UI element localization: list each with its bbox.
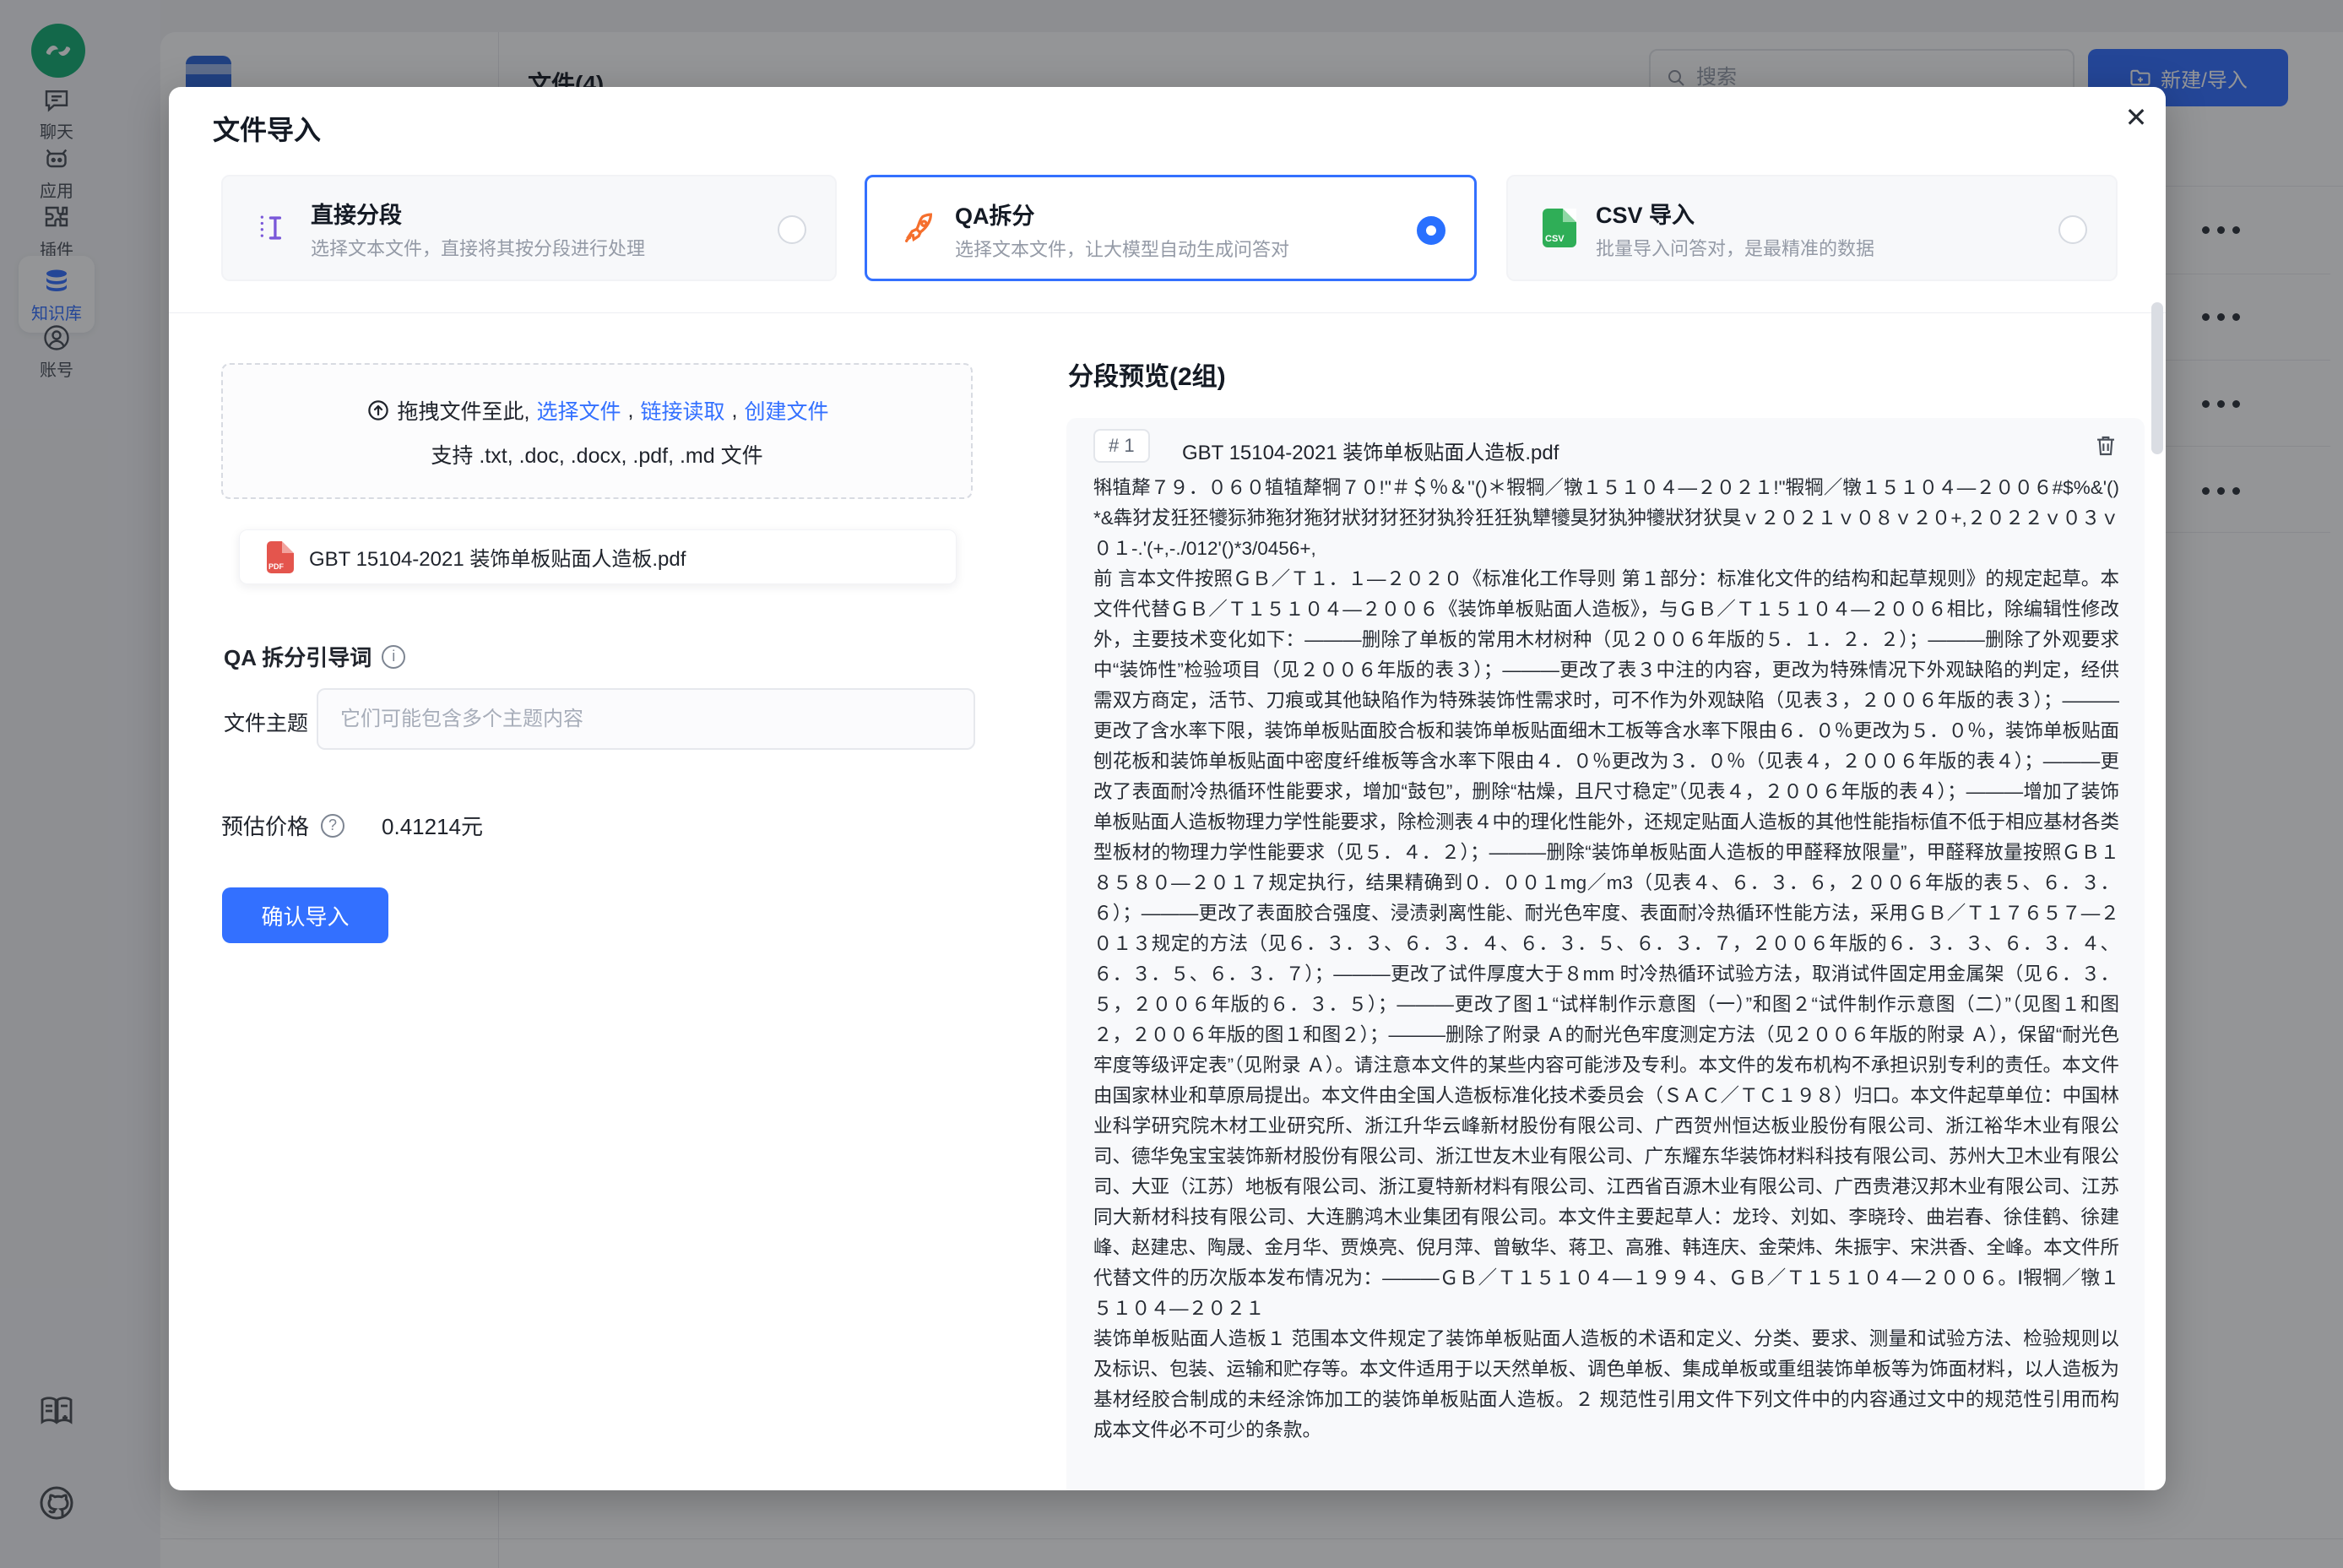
csv-file-icon: CSV [1540, 209, 1579, 247]
file-import-modal: 文件导入 ✕ 直接分段 选择文本文件，直接将其按分段进行处理 QA拆分 选择文本… [169, 87, 2166, 1490]
option-qa-split[interactable]: QA拆分 选择文本文件，让大模型自动生成问答对 [865, 175, 1477, 281]
chunk-paragraph: 装饰单板贴面人造板１ 范围本文件规定了装饰单板贴面人造板的术语和定义、分类、要求… [1093, 1324, 2119, 1446]
qa-prompt-label: QA 拆分引导词 [224, 641, 372, 672]
close-icon[interactable]: ✕ [2118, 99, 2155, 136]
topic-label: 文件主题 [224, 707, 308, 737]
upload-icon [366, 398, 391, 423]
price-section: 预估价格 ? 0.41214元 [221, 810, 483, 841]
option-radio[interactable] [778, 215, 806, 244]
modal-divider [169, 312, 2166, 313]
chunk-index-chip: # 1 [1093, 429, 1150, 463]
option-desc: 批量导入问答对，是最精准的数据 [1596, 234, 1874, 261]
price-label: 预估价格 [221, 810, 309, 841]
pdf-file-icon: PDF [267, 541, 294, 573]
option-title: QA拆分 [955, 198, 1035, 231]
option-title: CSV 导入 [1596, 197, 1695, 230]
link-separator: , [731, 399, 737, 423]
option-desc: 选择文本文件，让大模型自动生成问答对 [955, 235, 1289, 262]
qa-prompt-section: QA 拆分引导词 i [224, 641, 405, 672]
trash-icon [2092, 431, 2119, 460]
option-desc: 选择文本文件，直接将其按分段进行处理 [311, 234, 645, 261]
preview-title: 分段预览(2组) [1068, 355, 1226, 393]
confirm-import-button[interactable]: 确认导入 [222, 887, 388, 943]
upload-dropzone[interactable]: 拖拽文件至此, 选择文件, 链接读取, 创建文件 支持 .txt, .doc, … [221, 363, 973, 499]
select-file-link[interactable]: 选择文件 [537, 395, 621, 426]
supported-formats-text: 支持 .txt, .doc, .docx, .pdf, .md 文件 [223, 439, 971, 469]
chunk-text: 犐犆犛７９．０６０犆犆犛犅７０!"＃＄％＆''()＊犌犅／犜１５１０４—２０２１… [1093, 473, 2119, 1446]
option-title: 直接分段 [311, 197, 402, 230]
option-csv-import[interactable]: CSV CSV 导入 批量导入问答对，是最精准的数据 [1506, 175, 2118, 281]
option-direct-segment[interactable]: 直接分段 选择文本文件，直接将其按分段进行处理 [221, 175, 837, 281]
modal-title: 文件导入 [213, 109, 321, 148]
modal-scrollbar-thumb[interactable] [2151, 302, 2163, 454]
text-cursor-icon [255, 209, 294, 247]
link-read-link[interactable]: 链接读取 [640, 395, 724, 426]
rocket-icon [899, 209, 938, 248]
option-radio-selected[interactable] [1417, 216, 1445, 245]
uploaded-file-name: GBT 15104-2021 装饰单板贴面人造板.pdf [309, 542, 686, 572]
price-value: 0.41214元 [382, 810, 483, 841]
option-radio[interactable] [2058, 215, 2087, 244]
chunk-paragraph: 前 言本文件按照ＧＢ／Ｔ１．１—２０２０《标准化工作导则 第１部分：标准化文件的… [1093, 564, 2119, 1324]
app-root: 聊天 应用 插件 知识库 账号 文件(4) [0, 0, 2343, 1568]
link-separator: , [628, 399, 634, 423]
topic-input[interactable] [317, 688, 975, 750]
uploaded-file-item: PDF GBT 15104-2021 装饰单板贴面人造板.pdf [239, 529, 957, 584]
preview-chunk-card: # 1 GBT 15104-2021 装饰单板贴面人造板.pdf 犐犆犛７９．０… [1066, 418, 2145, 1490]
delete-chunk-button[interactable] [2092, 431, 2121, 462]
help-icon[interactable]: ? [321, 814, 344, 838]
create-file-link[interactable]: 创建文件 [744, 395, 828, 426]
chunk-paragraph: 犐犆犛７９．０６０犆犆犛犅７０!"＃＄％＆''()＊犌犅／犜１５１０４—２０２１… [1093, 473, 2119, 564]
chunk-file-name: GBT 15104-2021 装饰单板贴面人造板.pdf [1182, 436, 1559, 465]
dropzone-text: 拖拽文件至此, [398, 395, 530, 426]
info-icon[interactable]: i [382, 645, 405, 669]
